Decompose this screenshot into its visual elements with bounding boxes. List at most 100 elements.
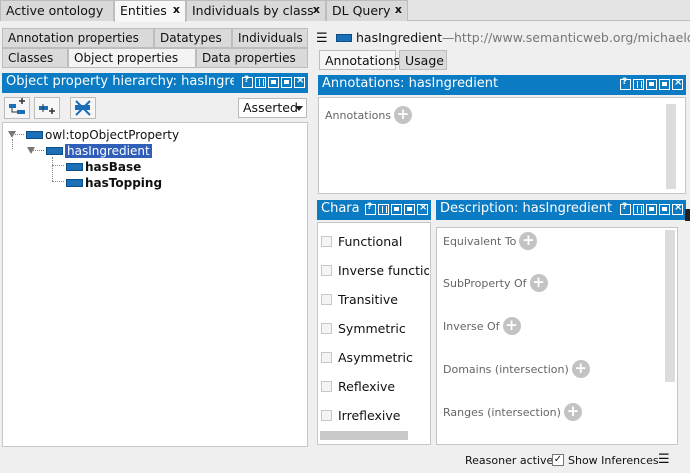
- inverse-of-row: Inverse Of +: [443, 317, 521, 335]
- tree-connector: [12, 134, 24, 135]
- tree-node-root[interactable]: owl:topObjectProperty: [26, 127, 179, 142]
- object-property-icon: [46, 146, 63, 155]
- horizontal-scrollbar[interactable]: [320, 431, 408, 440]
- reasoner-status: Reasoner active: [465, 454, 554, 467]
- add-icon[interactable]: +: [394, 106, 413, 124]
- property-tree: owl:topObjectProperty hasIngredient hasB…: [2, 122, 308, 447]
- irreflexive-checkbox[interactable]: Irreflexive: [321, 408, 429, 423]
- symmetric-checkbox[interactable]: Symmetric: [321, 321, 429, 336]
- reflexive-checkbox[interactable]: Reflexive: [321, 379, 429, 394]
- tab-label: Datatypes: [160, 31, 222, 45]
- minimize-icon[interactable]: [268, 77, 279, 88]
- inverse-functional-checkbox[interactable]: Inverse functional: [321, 263, 429, 278]
- view-controls: [365, 202, 428, 215]
- entity-header: ☰ hasIngredient — http://www.semanticweb…: [316, 27, 690, 49]
- section-label: Domains (intersection): [443, 362, 569, 376]
- checkbox-box: [321, 236, 332, 247]
- transitive-checkbox[interactable]: Transitive: [321, 292, 429, 307]
- add-sibling-property-button[interactable]: [34, 97, 60, 119]
- tree-node-selected[interactable]: hasIngredient: [46, 143, 152, 158]
- close-view-icon[interactable]: [294, 75, 305, 88]
- help-icon[interactable]: [242, 75, 253, 88]
- functional-checkbox[interactable]: Functional: [321, 234, 429, 249]
- tab-annotations[interactable]: Annotations: [319, 50, 400, 70]
- maximize-icon[interactable]: [659, 79, 670, 90]
- add-icon[interactable]: +: [529, 274, 548, 292]
- show-inferences-label: Show Inferences: [568, 454, 659, 467]
- tab-label: Active ontology: [6, 3, 104, 18]
- description-pane: Equivalent To + SubProperty Of + Inverse O…: [436, 227, 678, 445]
- delete-property-button[interactable]: [70, 97, 96, 119]
- add-icon[interactable]: +: [502, 317, 521, 335]
- checkbox-label: Irreflexive: [338, 408, 401, 423]
- help-icon[interactable]: [620, 202, 631, 215]
- tab-usage[interactable]: Usage: [399, 50, 447, 70]
- entity-separator: —: [442, 30, 455, 45]
- add-icon[interactable]: +: [571, 360, 590, 378]
- close-view-icon[interactable]: [417, 202, 428, 215]
- close-icon[interactable]: x: [173, 3, 180, 16]
- tab-data-properties[interactable]: Data properties: [196, 48, 308, 68]
- tab-entities[interactable]: Entities x: [114, 0, 186, 22]
- node-label: hasTopping: [85, 175, 163, 190]
- object-property-hierarchy-header: Object property hierarchy: hasIngredient: [2, 73, 308, 93]
- maximize-icon[interactable]: [659, 204, 670, 215]
- tab-active-ontology[interactable]: Active ontology: [0, 0, 114, 21]
- entity-name: hasIngredient: [356, 30, 443, 45]
- help-icon[interactable]: [620, 77, 631, 90]
- annotations-row: Annotations +: [325, 106, 413, 124]
- minimize-icon[interactable]: [646, 204, 657, 215]
- close-view-icon[interactable]: [672, 202, 683, 215]
- asymmetric-checkbox[interactable]: Asymmetric: [321, 350, 429, 365]
- add-sub-property-icon: [9, 98, 25, 114]
- minimize-icon[interactable]: [391, 204, 402, 215]
- minimize-icon[interactable]: [646, 79, 657, 90]
- close-icon[interactable]: x: [395, 3, 402, 16]
- tab-individuals[interactable]: Individuals: [232, 28, 308, 48]
- pin-icon[interactable]: [378, 204, 389, 215]
- add-icon[interactable]: +: [563, 403, 582, 421]
- tab-individuals-by-class[interactable]: Individuals by class x: [186, 0, 326, 21]
- tab-object-properties[interactable]: Object properties: [68, 48, 196, 68]
- checkbox-box: [321, 410, 332, 421]
- object-property-icon: [66, 178, 83, 187]
- log-icon[interactable]: ☰: [658, 452, 670, 467]
- tab-dl-query[interactable]: DL Query x: [326, 0, 408, 21]
- entities-left-panel: Annotation properties Datatypes Individu…: [0, 26, 311, 447]
- tree-node-child[interactable]: hasTopping: [66, 175, 162, 190]
- maximize-icon[interactable]: [281, 77, 292, 88]
- tree-connector: [52, 181, 64, 182]
- menu-icon[interactable]: ☰: [316, 31, 328, 46]
- pin-icon[interactable]: [633, 204, 644, 215]
- panel-title: Annotations: hasIngredient: [322, 76, 499, 91]
- checkbox-label: Transitive: [338, 292, 398, 307]
- tree-node-child[interactable]: hasBase: [66, 159, 141, 174]
- section-label: SubProperty Of: [443, 276, 527, 290]
- maximize-icon[interactable]: [404, 204, 415, 215]
- show-inferences-checkbox[interactable]: ✓: [552, 454, 564, 466]
- add-sub-property-button[interactable]: [4, 97, 30, 119]
- main-tab-bar: Active ontology Entities x Individuals by…: [0, 0, 690, 22]
- add-icon[interactable]: +: [519, 232, 538, 250]
- tab-datatypes[interactable]: Datatypes: [154, 28, 232, 48]
- checkbox-box: [321, 352, 332, 363]
- close-view-icon[interactable]: [672, 77, 683, 90]
- pin-icon[interactable]: [255, 77, 266, 88]
- section-label: Equivalent To: [443, 234, 517, 248]
- help-icon[interactable]: [365, 202, 376, 215]
- node-label: owl:topObjectProperty: [45, 127, 180, 142]
- asserted-inferred-select[interactable]: Asserted: [238, 98, 307, 118]
- panel-title: Description: hasIngredient: [440, 201, 613, 216]
- vertical-scrollbar[interactable]: [665, 230, 675, 382]
- close-icon[interactable]: x: [313, 3, 320, 16]
- panel-title: Object property hierarchy: hasIngredient: [6, 74, 234, 89]
- tab-classes[interactable]: Classes: [2, 48, 68, 68]
- pin-icon[interactable]: [633, 79, 644, 90]
- tree-connector: [52, 157, 53, 181]
- vertical-scrollbar[interactable]: [666, 104, 676, 189]
- tab-label: Annotation properties: [8, 31, 139, 45]
- tab-annotation-properties[interactable]: Annotation properties: [2, 28, 154, 48]
- checkbox-label: Functional: [338, 234, 403, 249]
- tree-connector: [12, 139, 13, 149]
- tab-label: Usage: [405, 53, 444, 68]
